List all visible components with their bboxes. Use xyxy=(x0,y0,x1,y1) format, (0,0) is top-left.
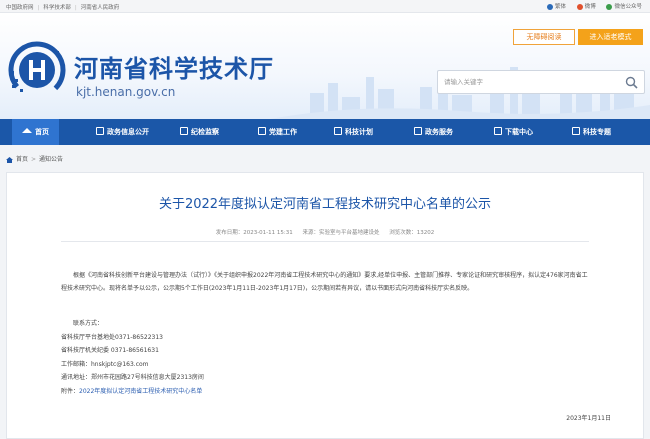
elder-mode-button[interactable]: 进入适老模式 xyxy=(578,29,643,45)
traditional-link[interactable]: 繁体 xyxy=(546,2,566,10)
top-link-divider: | xyxy=(37,5,40,11)
wechat-icon xyxy=(606,3,613,10)
breadcrumb: 首页 > 通知公告 xyxy=(6,154,63,163)
nav-item-label: 科技计划 xyxy=(345,128,373,136)
clipboard-icon xyxy=(334,127,342,135)
article-panel: 关于2022年度拟认定河南省工程技术研究中心名单的公示 发布日期：2023-01… xyxy=(6,172,644,439)
nav-item-label: 科技专题 xyxy=(583,128,611,136)
top-links: 中国政府网 | 科学技术部 | 河南省人民政府 xyxy=(6,3,119,11)
top-link-most[interactable]: 科学技术部 xyxy=(43,3,71,11)
weibo-link[interactable]: 微博 xyxy=(576,2,596,10)
nav-item-downloads[interactable]: 下载中心 xyxy=(494,119,533,145)
search-icon[interactable] xyxy=(625,76,638,89)
document-icon xyxy=(96,127,104,135)
site-title: 河南省科学技术厅 xyxy=(74,55,274,83)
home-icon xyxy=(22,127,32,133)
breadcrumb-home[interactable]: 首页 xyxy=(16,156,28,163)
top-bar: 中国政府网 | 科学技术部 | 河南省人民政府 繁体 微博 微信公众号 xyxy=(0,0,650,13)
top-link-divider: | xyxy=(74,5,77,11)
weibo-icon xyxy=(576,3,583,10)
nav-item-label: 下载中心 xyxy=(505,128,533,136)
article-title: 关于2022年度拟认定河南省工程技术研究中心名单的公示 xyxy=(158,197,492,212)
nav-item-plans[interactable]: 科技计划 xyxy=(334,119,373,145)
contact-line: 通讯地址：郑州市花园路27号科技信息大厦2313房间 xyxy=(61,374,204,382)
meta-divider xyxy=(61,241,589,242)
nav-item-gov-info[interactable]: 政务信息公开 xyxy=(96,119,149,145)
nav-item-services[interactable]: 政务服务 xyxy=(414,119,453,145)
flag-icon xyxy=(258,127,266,135)
wechat-link[interactable]: 微信公众号 xyxy=(606,2,642,10)
contact-line: 工作邮箱：hnskjptc@163.com xyxy=(61,360,149,368)
grid-icon xyxy=(572,127,580,135)
top-link-province[interactable]: 河南省人民政府 xyxy=(81,3,120,11)
wechat-label: 微信公众号 xyxy=(614,4,642,10)
contact-line: 省科技厅平台基地处0371-86522313 xyxy=(61,333,163,341)
top-link-gov[interactable]: 中国政府网 xyxy=(6,3,34,11)
attachment-label: 附件： xyxy=(61,387,80,395)
search-box xyxy=(437,70,645,94)
site-domain: kjt.henan.gov.cn xyxy=(76,85,176,99)
shield-icon xyxy=(180,127,188,135)
contact-heading: 联系方式： xyxy=(73,320,104,327)
search-input[interactable] xyxy=(444,76,614,88)
weibo-label: 微博 xyxy=(584,4,596,10)
article-paragraph: 根据《河南省科技创新平台建设与管理办法（试行）》《关于组织申报2022年河南省工… xyxy=(61,272,588,292)
nav-item-label: 纪检监察 xyxy=(191,128,219,136)
article-source: 来源：实验室与平台基地建设处 xyxy=(302,230,380,236)
traditional-icon xyxy=(546,3,553,10)
contact-line: 省科技厅机关纪委 0371-86561631 xyxy=(61,347,159,355)
traditional-label: 繁体 xyxy=(554,4,566,10)
nav-item-home[interactable]: 首页 xyxy=(12,119,59,145)
nav-item-label: 政务信息公开 xyxy=(107,128,149,136)
henan-science-logo xyxy=(8,41,66,99)
contact-block: 联系方式： 省科技厅平台基地处0371-86522313 省科技厅机关纪委 03… xyxy=(61,317,581,399)
article-body: 根据《河南省科技创新平台建设与管理办法（试行）》《关于组织申报2022年河南省工… xyxy=(61,269,591,295)
download-icon xyxy=(494,127,502,135)
nav-item-label: 党建工作 xyxy=(269,128,297,136)
sign-date: 2023年1月11日 xyxy=(566,415,611,422)
main-nav: 首页 政务信息公开 纪检监察 党建工作 科技计划 政务服务 下载中心 科技专题 xyxy=(0,119,650,145)
attachment-link[interactable]: 2022年度拟认定河南省工程技术研究中心名单 xyxy=(79,388,202,395)
top-right-links: 繁体 微博 微信公众号 xyxy=(538,2,642,10)
breadcrumb-notices[interactable]: 通知公告 xyxy=(39,156,63,163)
nav-item-discipline[interactable]: 纪检监察 xyxy=(180,119,219,145)
attachment-row: 附件：2022年度拟认定河南省工程技术研究中心名单 xyxy=(61,385,581,399)
nav-item-party[interactable]: 党建工作 xyxy=(258,119,297,145)
nav-item-label: 政务服务 xyxy=(425,128,453,136)
home-icon xyxy=(6,156,13,163)
accessibility-mode-button[interactable]: 无障碍阅读 xyxy=(513,29,575,45)
nav-item-topics[interactable]: 科技专题 xyxy=(572,119,611,145)
publish-date: 发布日期：2023-01-11 15:31 xyxy=(215,230,293,236)
site-header: 河南省科学技术厅 kjt.henan.gov.cn 无障碍阅读 进入适老模式 xyxy=(0,13,650,119)
breadcrumb-separator: > xyxy=(31,156,37,163)
article-meta: 发布日期：2023-01-11 15:31 来源：实验室与平台基地建设处 浏览次… xyxy=(7,228,643,236)
nav-item-label: 首页 xyxy=(35,128,49,136)
briefcase-icon xyxy=(414,127,422,135)
view-count: 浏览次数：13202 xyxy=(389,230,435,236)
